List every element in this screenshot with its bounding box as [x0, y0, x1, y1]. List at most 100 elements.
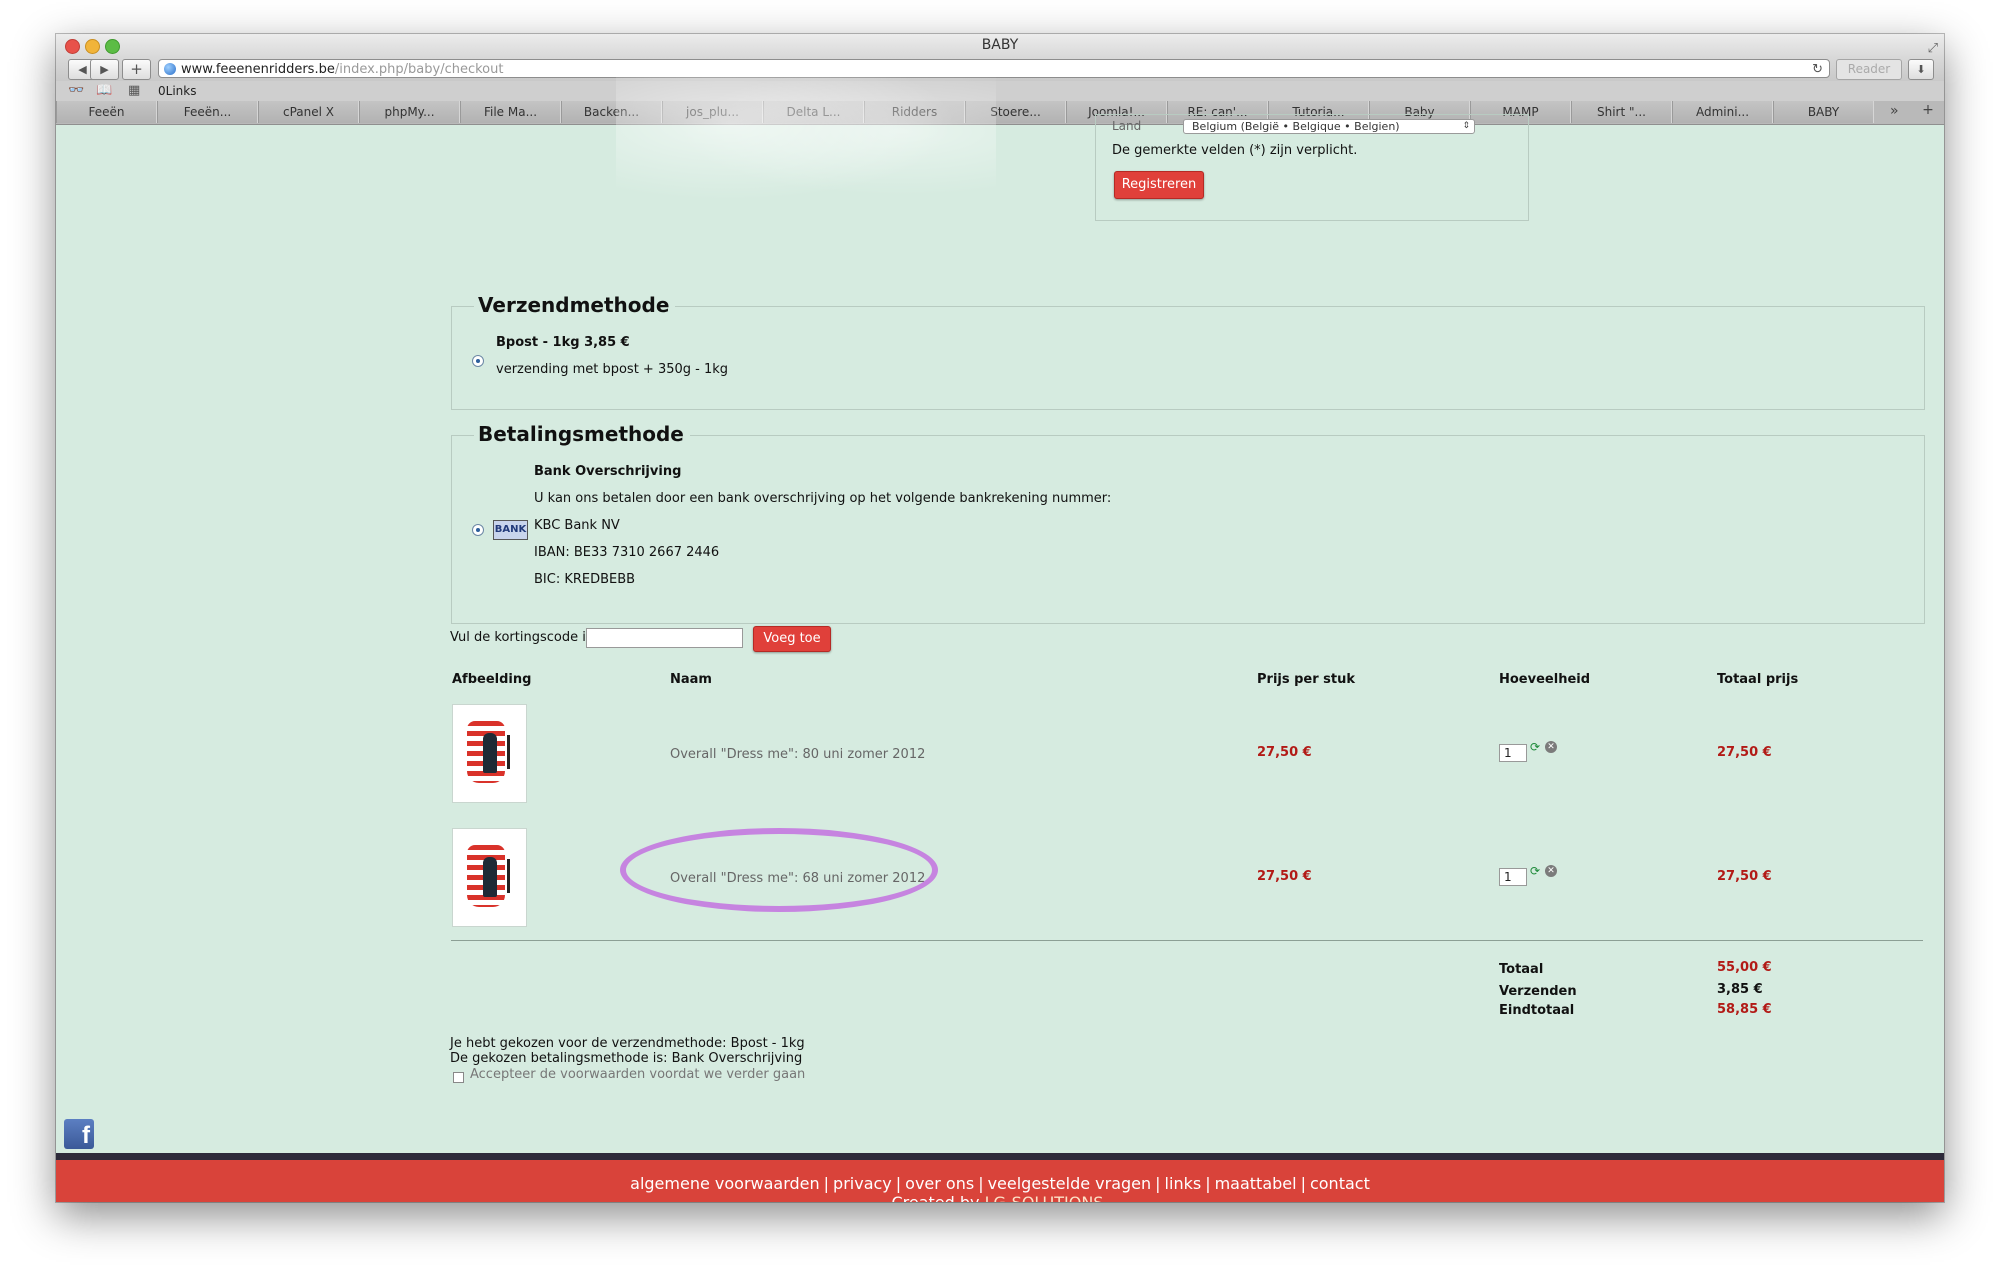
update-quantity-icon[interactable]: ⟳ — [1530, 865, 1542, 877]
remove-item-icon[interactable]: ✕ — [1545, 741, 1557, 753]
footer-links: algemene voorwaarden | privacy | over ons | ve… — [56, 1174, 1944, 1193]
credit-prefix: Created by — [891, 1193, 984, 1202]
url-host: www.feeenenridders.be — [181, 62, 335, 77]
payment-radio[interactable] — [472, 524, 484, 536]
tab-item[interactable]: phpMy... — [359, 101, 460, 123]
highlight-annotation-ellipse — [620, 828, 938, 912]
payment-line-3: IBAN: BE33 7310 2667 2446 — [534, 545, 720, 560]
credit-link[interactable]: LG-SOLUTIONS — [985, 1193, 1104, 1202]
forward-button[interactable]: ▶ — [90, 59, 119, 80]
select-arrows-icon: ⇕ — [1462, 121, 1470, 131]
tab-item[interactable]: Shirt "... — [1571, 101, 1672, 123]
tabs-overflow-icon[interactable]: » — [1890, 103, 1899, 119]
remove-item-icon[interactable]: ✕ — [1545, 865, 1557, 877]
footer-separator: | — [895, 1174, 902, 1193]
facebook-icon[interactable]: f — [64, 1119, 94, 1149]
register-button[interactable]: Registreren — [1114, 171, 1204, 199]
tab-item[interactable]: BABY — [1773, 101, 1874, 123]
tab-bar: Feeën Feeën... cPanel XphpMy... File Ma... B… — [56, 101, 1944, 125]
product-total-price: 27,50 € — [1717, 745, 1772, 760]
payment-title: Betalingsmethode — [474, 422, 690, 446]
new-tab-button[interactable]: + — [1916, 102, 1940, 118]
credit-suffix: . — [1103, 1193, 1108, 1202]
footer-separator: | — [1205, 1174, 1211, 1193]
footer-link[interactable]: privacy — [833, 1174, 892, 1193]
update-quantity-icon[interactable]: ⟳ — [1530, 741, 1542, 753]
payment-line-4: BIC: KREDBEBB — [534, 572, 636, 587]
reader-button[interactable]: Reader — [1836, 59, 1902, 80]
bookmarks-bar: 👓 📖 ▦ 0Links — [56, 81, 1944, 101]
chosen-shipping-text: Je hebt gekozen voor de verzendmethode: … — [450, 1036, 805, 1051]
footer: algemene voorwaarden | privacy | over ons | ve… — [56, 1160, 1944, 1202]
url-path: /index.php/baby/checkout — [334, 62, 504, 77]
browser-toolbar: ◀ ▶ + www.feeenenridders.be/index.php/ba… — [56, 57, 1944, 81]
thumbnail-figure — [483, 733, 497, 773]
tab-item[interactable]: File Ma... — [460, 101, 561, 123]
header-quantity: Hoeveelheid — [1499, 672, 1591, 687]
tab-item[interactable]: Admini... — [1672, 101, 1773, 123]
coupon-input[interactable] — [586, 628, 743, 648]
product-name[interactable]: Overall "Dress me": 80 uni zomer 2012 — [670, 747, 925, 762]
bookmarks-book-icon[interactable]: 📖 — [96, 81, 112, 101]
quantity-input[interactable]: 1 — [1499, 868, 1527, 886]
checkout-page: Land Belgium (België • Belgique • Belgie… — [56, 64, 1944, 1202]
add-bookmark-button[interactable]: + — [122, 59, 151, 80]
bank-logo-icon: BANK — [493, 520, 528, 540]
bookmark-links[interactable]: 0Links — [158, 81, 196, 101]
shipping-cost-value: 3,85 € — [1717, 982, 1763, 997]
browser-window: BABY ⤢ ◀ ▶ + www.feeenenridders.be/index… — [56, 34, 1944, 1202]
land-label: Land — [1112, 119, 1142, 133]
header-unit-price: Prijs per stuk — [1257, 672, 1356, 687]
product-thumbnail[interactable] — [452, 828, 527, 927]
tab-item[interactable]: Feeën — [56, 101, 157, 123]
footer-credit: Created by LG-SOLUTIONS. — [56, 1193, 1944, 1202]
required-note: De gemerkte velden (*) zijn verplicht. — [1112, 143, 1358, 158]
background-glow — [616, 64, 996, 214]
add-coupon-button[interactable]: Voeg toe — [753, 626, 831, 652]
shipping-option-desc: verzending met bpost + 350g - 1kg — [496, 362, 729, 377]
footer-link[interactable]: veelgestelde vragen — [988, 1174, 1152, 1193]
product-thumbnail[interactable] — [452, 704, 527, 803]
chosen-payment-text: De gekozen betalingsmethode is: Bank Ove… — [450, 1051, 803, 1066]
shipping-cost-label: Verzenden — [1499, 984, 1577, 999]
payment-line-2: KBC Bank NV — [534, 518, 620, 533]
shipping-radio[interactable] — [472, 355, 484, 367]
top-sites-grid-icon[interactable]: ▦ — [128, 81, 140, 101]
footer-separator: | — [978, 1174, 984, 1193]
header-name: Naam — [670, 672, 712, 687]
window-title: BABY — [981, 37, 1019, 53]
close-window-icon[interactable] — [65, 39, 80, 54]
minimize-window-icon[interactable] — [85, 39, 100, 54]
header-total: Totaal prijs — [1717, 672, 1799, 687]
footer-link[interactable]: maattabel — [1215, 1174, 1297, 1193]
thumbnail-strap — [507, 735, 510, 769]
accept-terms-checkbox[interactable] — [453, 1072, 464, 1083]
shipping-section: Verzendmethode Bpost - 1kg 3,85 € verzen… — [451, 293, 1925, 410]
footer-link[interactable]: links — [1165, 1174, 1202, 1193]
thumbnail-strap — [507, 859, 510, 893]
maximize-window-icon[interactable] — [105, 39, 120, 54]
thumbnail-figure — [483, 857, 497, 897]
reading-list-icon[interactable]: 👓 — [68, 81, 84, 101]
quantity-input[interactable]: 1 — [1499, 744, 1527, 762]
reload-icon[interactable]: ↻ — [1812, 60, 1823, 79]
footer-link[interactable]: over ons — [905, 1174, 974, 1193]
product-total-price: 27,50 € — [1717, 869, 1772, 884]
window-titlebar: BABY ⤢ — [56, 34, 1944, 57]
land-selected-value: Belgium (België • Belgique • Belgien) — [1192, 120, 1400, 133]
footer-link[interactable]: contact — [1310, 1174, 1370, 1193]
cart-divider — [451, 940, 1923, 941]
total-value: 55,00 € — [1717, 960, 1772, 975]
tab-item[interactable]: cPanel X — [258, 101, 359, 123]
footer-separator: | — [1155, 1174, 1161, 1193]
grand-total-value: 58,85 € — [1717, 1002, 1772, 1017]
footer-link[interactable]: algemene voorwaarden — [630, 1174, 820, 1193]
footer-top-bar — [56, 1153, 1944, 1160]
shipping-option-name: Bpost - 1kg 3,85 € — [496, 335, 630, 350]
payment-option-name: Bank Overschrijving — [534, 464, 682, 479]
land-select[interactable]: Belgium (België • Belgique • Belgien) ⇕ — [1183, 119, 1475, 134]
downloads-icon[interactable]: ⬇ — [1908, 59, 1934, 80]
accept-terms-label[interactable]: Accepteer de voorwaarden voordat we verd… — [470, 1067, 805, 1082]
product-unit-price: 27,50 € — [1257, 869, 1312, 884]
tab-item[interactable]: Feeën... — [157, 101, 258, 123]
